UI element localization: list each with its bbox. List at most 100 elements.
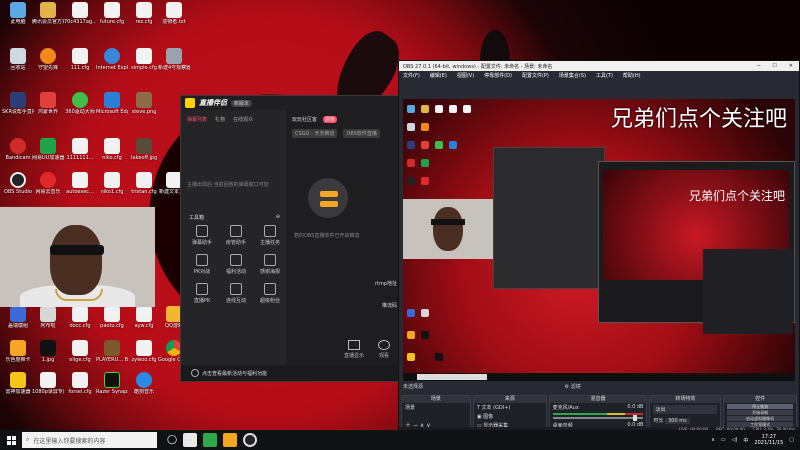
menu-item[interactable]: 场景集合(S) (559, 72, 586, 79)
tab-audience[interactable]: 在线观众 (233, 116, 253, 123)
source-item[interactable]: T 文本 (GDI+) (474, 403, 546, 412)
duration-input[interactable]: 300 ms (665, 418, 690, 424)
source-item[interactable]: ▣ 图像 (474, 412, 546, 421)
app-taskbar-icon[interactable] (203, 433, 218, 447)
filters-label[interactable]: 滤镜 (571, 384, 581, 390)
transition-select[interactable]: 淡出 (653, 405, 718, 414)
desktop-icon[interactable]: niko.cfg (96, 138, 128, 161)
desktop-icon[interactable]: tristan.cfg (128, 172, 160, 195)
desktop-icon[interactable]: 乐色度推卡 (2, 340, 34, 363)
tool-item[interactable]: 福利活动 (219, 254, 253, 275)
volume-slider[interactable] (552, 415, 644, 421)
virtual-camera-button[interactable]: 启动虚拟摄像机 (727, 416, 793, 421)
desktop-icon[interactable]: 网易云音乐 (32, 172, 64, 195)
desktop-icon[interactable]: SKR说帮手直播 (2, 92, 34, 115)
desktop-icon[interactable]: 360驱动大师 (64, 92, 96, 115)
desktop-icon[interactable]: 雷神加速器 (2, 372, 34, 395)
desktop-icon[interactable]: 1.jpg (32, 340, 64, 363)
tool-item[interactable]: 房管助手 (219, 225, 253, 246)
tool-item[interactable]: 主播任务 (253, 225, 287, 246)
helper-titlebar[interactable]: 直播伴侣 新版本 (181, 96, 411, 110)
helper-footer[interactable]: 点击查看最新活动与福利功能 (181, 365, 411, 381)
live-helper-window[interactable]: 直播伴侣 新版本 弹幕列表 礼物 在线观众 主播出现后 当前回放的弹幕窗口可加 … (180, 95, 412, 382)
tool-item[interactable]: 超级粉丝 (253, 283, 287, 304)
desktop-icon[interactable]: Razer Synapse (96, 372, 128, 395)
tray-chevron-icon[interactable]: ∧ (711, 437, 715, 443)
live-display-button[interactable]: 直播显示 (344, 340, 364, 359)
stream-title-select[interactable]: CSGO - 天天推流 (292, 129, 338, 138)
tab-camera[interactable]: 摄像 (323, 116, 338, 123)
desktop-icon[interactable]: zywoo.cfg (128, 340, 160, 363)
desktop-icon[interactable]: 此电脑 (2, 2, 34, 25)
desktop-icon[interactable]: 鸿蒙世界 (32, 92, 64, 115)
slider-handle[interactable] (633, 415, 638, 421)
tool-item[interactable]: 感谢海报 (253, 254, 287, 275)
desktop-icon[interactable]: simple.cfg (128, 48, 160, 71)
obs-titlebar[interactable]: OBS 27.0.1 (64-bit, windows) - 配置文件: 未命名… (399, 61, 799, 71)
desktop-icon[interactable]: docc.cfg (64, 306, 96, 329)
notification-icon[interactable]: ▢ (789, 437, 794, 443)
tool-item[interactable]: 弹幕助手 (185, 225, 219, 246)
desktop-icon[interactable]: 回收站 (2, 48, 34, 71)
tab-gifts[interactable]: 礼物 (215, 116, 225, 123)
live-helper-taskbar-icon[interactable] (223, 433, 238, 447)
desktop-icon[interactable]: 守望先锋 (32, 48, 64, 71)
menu-item[interactable]: 停靠部件(D) (484, 72, 512, 79)
scene-item[interactable]: 场景 (402, 403, 470, 412)
obs-taskbar-icon[interactable] (243, 433, 258, 447)
ime-icon[interactable]: 中 (743, 437, 748, 444)
desktop-icon[interactable]: 1111111... (64, 138, 96, 161)
desktop-icon[interactable]: 网易UU加速器 (32, 138, 64, 161)
desktop-icon[interactable]: 1080p录屏专用1080p (32, 372, 64, 395)
desktop-icon[interactable]: niko1.cfg (96, 172, 128, 195)
helper-version-badge[interactable]: 新版本 (231, 99, 253, 107)
minimize-icon[interactable]: ─ (757, 63, 760, 69)
menu-item[interactable]: 编辑(E) (430, 72, 447, 79)
desktop-icon[interactable]: autoexec... (64, 172, 96, 195)
menu-item[interactable]: 文件(F) (403, 72, 420, 79)
tool-item[interactable]: PK对战 (185, 254, 219, 275)
task-view-icon[interactable]: ◯ (167, 435, 177, 445)
maximize-icon[interactable]: ☐ (772, 63, 776, 69)
desktop-icon[interactable]: future.cfg (96, 2, 128, 25)
menu-item[interactable]: 工具(T) (596, 72, 613, 79)
menu-item[interactable]: 配置文件(P) (522, 72, 549, 79)
start-button[interactable] (0, 430, 22, 450)
desktop-icon[interactable]: rez.cfg (128, 2, 160, 25)
desktop-icon[interactable]: elige.cfg (64, 340, 96, 363)
desktop-icon[interactable]: PLAYERU... BATTLEGR... (96, 340, 128, 363)
desktop-icon[interactable]: 70c4317ag... (64, 2, 96, 25)
toolbox-collapse-icon[interactable]: ⊖ (276, 214, 280, 221)
menu-item[interactable]: 帮助(H) (623, 72, 641, 79)
desktop-icon[interactable]: Microsoft Edge (96, 92, 128, 115)
watch-button[interactable]: 观看 (378, 340, 390, 359)
menu-item[interactable]: 视图(V) (457, 72, 474, 79)
desktop-icon[interactable]: 新建4号观察器 (158, 48, 190, 71)
obs-window[interactable]: OBS 27.0.1 (64-bit, windows) - 配置文件: 未命名… (398, 60, 800, 439)
desktop-icon[interactable]: Internet Explorer (96, 48, 128, 71)
desktop-icon[interactable]: OBS Studio (2, 172, 34, 195)
desktop-icon[interactable]: 盖瑞模组 (2, 306, 34, 329)
tab-community[interactable]: 玩玩社区客 (292, 116, 317, 123)
desktop-icon[interactable]: 酷狗音乐 (128, 372, 160, 395)
network-icon[interactable]: ▭ (721, 437, 726, 443)
desktop-icon[interactable]: steve.png (128, 92, 160, 115)
volume-icon[interactable]: ◁) (732, 437, 738, 443)
tool-item[interactable]: 直播PK (185, 283, 219, 304)
file-explorer-icon[interactable] (183, 433, 198, 447)
close-icon[interactable]: ✕ (789, 63, 793, 69)
start-recording-button[interactable]: 开始录制 (727, 410, 793, 415)
tool-item[interactable]: 连线互动 (219, 283, 253, 304)
desktop-icon[interactable]: paotu.cfg (96, 306, 128, 329)
desktop-icon[interactable]: Bandicam (2, 138, 34, 161)
push-code-label[interactable]: 推流码 (382, 302, 397, 309)
clock[interactable]: 17:27 2021/11/15 (754, 434, 783, 446)
desktop-icon[interactable]: ayw.cfg (128, 306, 160, 329)
obs-source-select[interactable]: OBS软件直播 (343, 129, 380, 138)
desktop-icon[interactable]: forsel.cfg (64, 372, 96, 395)
desktop-icon[interactable]: 111.cfg (64, 48, 96, 71)
gear-icon[interactable]: ⚙ (565, 384, 569, 390)
tab-danmaku[interactable]: 弹幕列表 (187, 116, 207, 123)
taskbar-search[interactable]: ⌕ 在这里输入你要搜索的内容 (22, 432, 157, 448)
desktop-icon[interactable]: 造物者.txt (158, 2, 190, 25)
